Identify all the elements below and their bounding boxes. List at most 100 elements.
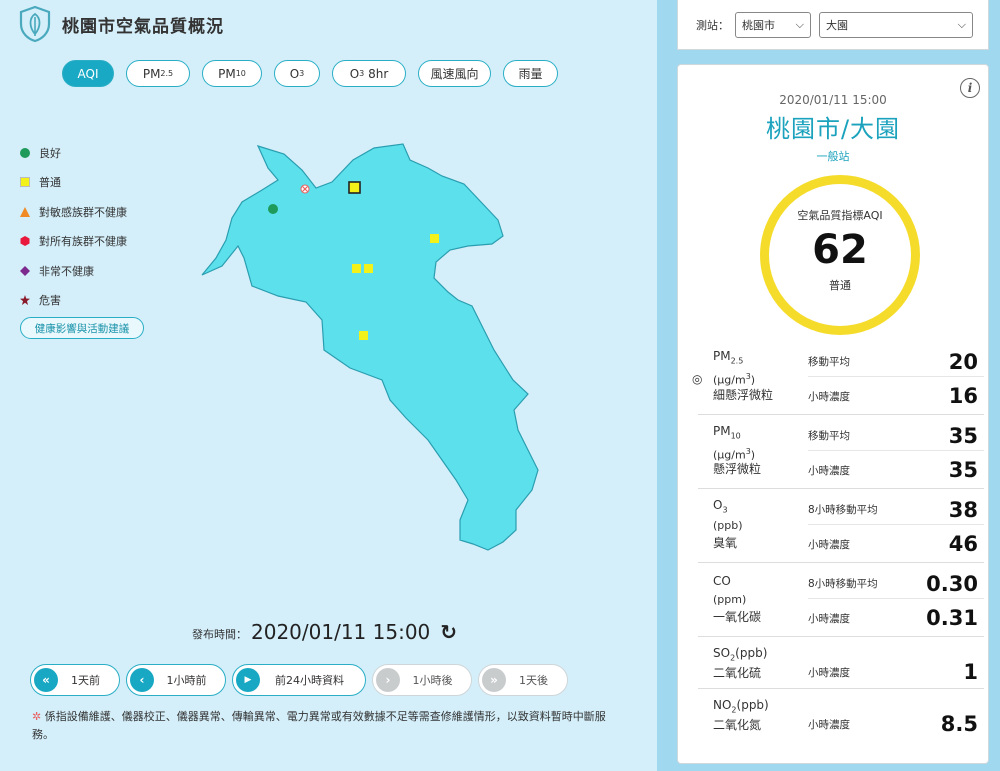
station-name: 桃園市/大園 — [765, 115, 901, 143]
pollutant-desc: 臭氧 — [713, 536, 738, 550]
pollutant-tabs: AQI PM 2.5 PM 10 O3 O3 8hr 風速風向 雨量 — [62, 60, 570, 87]
tab-o3-8hr[interactable]: O3 8hr — [332, 60, 406, 87]
pollutant-row: 小時濃度 8.5 — [808, 712, 978, 736]
legend-label: 非常不健康 — [39, 264, 94, 278]
pollutant-no2: NO2(ppb) 二氧化氮 小時濃度 8.5 — [698, 689, 984, 741]
maintenance-notice: ✲ 係指設備維護、儀器校正、儀器異常、傳輸異常、電力異常或有效數據不足等需查修維… — [32, 708, 622, 744]
tab-pm10[interactable]: PM 10 — [202, 60, 262, 87]
page-header: 桃園市空氣品質概況 — [18, 4, 224, 44]
no2-hour-value: 8.5 — [940, 712, 978, 736]
station-offline-marker[interactable] — [300, 184, 310, 194]
chevron-down-icon: ⌵ — [795, 17, 804, 31]
pollutant-row: 小時濃度 46 — [808, 532, 978, 556]
taoyuan-map — [201, 143, 539, 551]
publish-time: 2020/01/11 15:00 — [251, 620, 431, 644]
pollutant-desc: 二氧化硫 — [713, 666, 762, 680]
chevron-right-icon: › — [376, 668, 400, 692]
pollutant-desc: 一氧化碳 — [713, 610, 762, 624]
so2-hour-value: 1 — [963, 660, 978, 684]
pollutant-row: 小時濃度 1 — [808, 660, 978, 684]
station-good-marker[interactable] — [268, 204, 278, 214]
station-moderate-marker[interactable] — [359, 331, 368, 340]
pollutant-desc: 細懸浮微粒 — [713, 388, 774, 402]
target-icon: ◎ — [692, 372, 703, 386]
pollutant-row: 移動平均 20 — [808, 347, 984, 377]
publish-time-row: 發布時間： 2020/01/11 15:00 ↻ — [192, 620, 457, 644]
pollutant-pm10: PM10 (μg/m3) 懸浮微粒 移動平均 35 小時濃度 35 — [698, 415, 984, 489]
play-icon: ▶ — [236, 668, 260, 692]
station-dayuan-marker[interactable] — [348, 181, 361, 194]
aqi-status: 普通 — [829, 279, 851, 292]
maroon-star-icon — [20, 295, 30, 306]
station-type: 一般站 — [816, 150, 850, 163]
legend-label: 對敏感族群不健康 — [39, 205, 127, 219]
o3-avg-value: 38 — [948, 497, 978, 522]
pm25-hour-value: 16 — [948, 384, 978, 408]
publish-label: 發布時間： — [192, 628, 247, 641]
prev-hour-button[interactable]: ‹ 1小時前 — [126, 664, 226, 696]
pollutant-row: 小時濃度 35 — [808, 458, 978, 482]
health-advice-button[interactable]: 健康影響與活動建議 — [20, 317, 144, 339]
station-selector: 測站： 桃園市 ⌵ 大園 ⌵ — [677, 0, 989, 50]
legend-label: 危害 — [39, 294, 61, 308]
aqi-gauge: 空氣品質指標AQI 62 普通 — [760, 175, 920, 335]
tab-o3[interactable]: O3 — [274, 60, 320, 87]
legend-label: 對所有族群不健康 — [39, 235, 127, 249]
pollutant-desc: 二氧化氮 — [713, 718, 762, 732]
station-moderate-marker[interactable] — [352, 264, 361, 273]
tab-rain[interactable]: 雨量 — [503, 60, 558, 87]
pollutant-row: 8小時移動平均 0.30 — [808, 569, 984, 599]
co-avg-value: 0.30 — [926, 571, 978, 596]
pollutant-co: CO (ppm) 一氧化碳 8小時移動平均 0.30 小時濃度 0.31 — [698, 563, 984, 637]
taoyuan-region — [201, 143, 539, 551]
red-hexagon-icon — [20, 236, 30, 247]
o3-hour-value: 46 — [948, 532, 978, 556]
tab-pm25[interactable]: PM 2.5 — [126, 60, 190, 87]
panel-datetime: 2020/01/11 15:00 — [779, 93, 887, 107]
pollutant-unit: (μg/m — [713, 373, 746, 387]
pm25-avg-value: 20 — [948, 349, 978, 374]
station-moderate-marker[interactable] — [364, 264, 373, 273]
purple-diamond-icon — [20, 265, 30, 276]
notice-text: 係指設備維護、儀器校正、儀器異常、傳輸異常、電力異常或有效數據不足等需查修維護情… — [32, 710, 606, 741]
next-day-button[interactable]: » 1天後 — [478, 664, 568, 696]
pollutant-list: PM2.5 ◎ (μg/m3) 細懸浮微粒 移動平均 20 小時濃度 16 PM… — [692, 345, 984, 741]
pollutant-row: 8小時移動平均 38 — [808, 495, 984, 525]
pm10-avg-value: 35 — [948, 423, 978, 448]
next-hour-button[interactable]: › 1小時後 — [372, 664, 472, 696]
maintenance-icon: ✲ — [32, 710, 42, 723]
tab-wind[interactable]: 風速風向 — [418, 60, 491, 87]
pollutant-name: CO — [713, 574, 731, 588]
double-chevron-left-icon: « — [34, 668, 58, 692]
aqi-label: 空氣品質指標AQI — [797, 209, 883, 222]
legend-label: 良好 — [39, 146, 61, 160]
time-navigation: « 1天前 ‹ 1小時前 ▶ 前24小時資料 › 1小時後 » 1天後 — [30, 664, 574, 696]
pm10-hour-value: 35 — [948, 458, 978, 482]
past-24h-button[interactable]: ▶ 前24小時資料 — [232, 664, 366, 696]
leaf-shield-icon — [19, 5, 51, 43]
pollutant-pm25: PM2.5 ◎ (μg/m3) 細懸浮微粒 移動平均 20 小時濃度 16 — [692, 345, 984, 415]
tab-aqi[interactable]: AQI — [62, 60, 114, 87]
co-hour-value: 0.31 — [926, 606, 978, 630]
pollutant-name: NO — [713, 698, 732, 712]
pollutant-row: 小時濃度 0.31 — [808, 606, 978, 630]
pollutant-name: PM — [713, 424, 731, 438]
pollutant-desc: 懸浮微粒 — [713, 462, 762, 476]
legend-item-good: 良好 — [20, 138, 144, 168]
legend-item-hazardous: 危害 — [20, 286, 144, 316]
green-circle-icon — [20, 147, 30, 158]
refresh-icon[interactable]: ↻ — [440, 620, 457, 644]
yellow-square-icon — [20, 177, 30, 188]
pollutant-so2: SO2(ppb) 二氧化硫 小時濃度 1 — [698, 637, 984, 689]
chevron-down-icon: ⌵ — [957, 17, 966, 31]
pollutant-name: PM — [713, 349, 731, 363]
prev-day-button[interactable]: « 1天前 — [30, 664, 120, 696]
aqi-value: 62 — [812, 227, 868, 273]
pollutant-unit: (ppb) — [713, 519, 743, 532]
county-select[interactable]: 桃園市 ⌵ — [735, 11, 811, 38]
chevron-left-icon: ‹ — [130, 668, 154, 692]
pollutant-o3: O3 (ppb) 臭氧 8小時移動平均 38 小時濃度 46 — [698, 489, 984, 563]
station-select[interactable]: 大園 ⌵ — [819, 11, 973, 38]
station-moderate-marker[interactable] — [430, 234, 439, 243]
legend-item-moderate: 普通 — [20, 168, 144, 198]
